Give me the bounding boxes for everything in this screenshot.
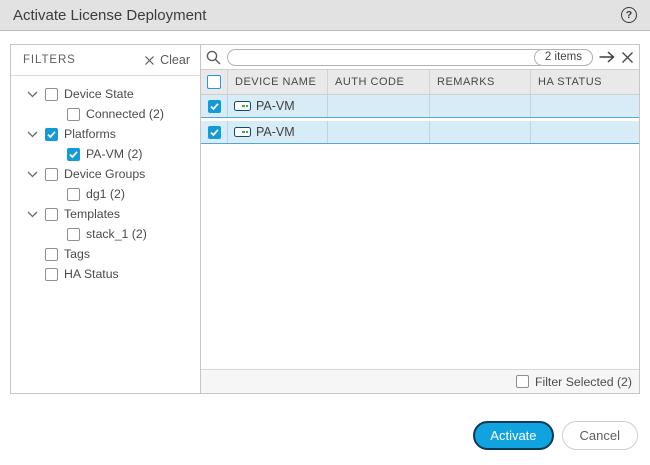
device-table-area: 2 items DEVICE NAMEAUTH CODEREMARKSHA ST… — [201, 45, 639, 393]
filter-item-platforms[interactable]: Platforms — [11, 124, 200, 144]
filter-item-label: HA Status — [64, 267, 119, 281]
activate-button[interactable]: Activate — [473, 421, 553, 450]
filter-item-label: Device State — [64, 87, 134, 101]
filter-item-device-groups[interactable]: Device Groups — [11, 164, 200, 184]
activate-license-deployment-dialog: Activate License Deployment ? FILTERS Cl… — [0, 0, 650, 465]
device-led — [246, 131, 249, 134]
device-icon — [234, 101, 251, 111]
remarks-cell — [430, 121, 531, 143]
device-name-cell: PA-VM — [228, 95, 328, 117]
column-header-remarks[interactable]: REMARKS — [430, 70, 531, 94]
items-count-badge: 2 items — [534, 49, 593, 66]
filter-selected-checkbox[interactable] — [516, 375, 529, 388]
table-row[interactable]: PA-VM — [201, 121, 639, 144]
filter-item-label: dg1 (2) — [86, 187, 125, 201]
chevron-down-icon[interactable] — [27, 91, 38, 98]
column-header-device-name[interactable]: DEVICE NAME — [228, 70, 328, 94]
filter-checkbox-device-state[interactable] — [45, 88, 58, 101]
filter-checkbox-pa-vm-2[interactable] — [67, 148, 80, 161]
check-icon — [209, 127, 220, 138]
filter-checkbox-tags[interactable] — [45, 248, 58, 261]
device-led — [242, 131, 245, 134]
main-panel: FILTERS Clear Device State Connected (2) P… — [10, 44, 640, 394]
filter-item-label: Connected (2) — [86, 107, 164, 121]
column-header-ha-status[interactable]: HA STATUS — [531, 70, 639, 94]
device-led — [242, 105, 245, 108]
filter-checkbox-connected-2[interactable] — [67, 108, 80, 121]
chevron-down-icon[interactable] — [27, 131, 38, 138]
filter-checkbox-device-groups[interactable] — [45, 168, 58, 181]
select-all-checkbox[interactable] — [207, 75, 221, 89]
search-icon — [205, 49, 222, 66]
filter-item-device-state[interactable]: Device State — [11, 84, 200, 104]
table-body: PA-VM PA-VM — [201, 95, 639, 369]
table-header-checkbox-cell — [201, 70, 228, 94]
chevron-down-icon[interactable] — [27, 171, 38, 178]
filter-item-label: Device Groups — [64, 167, 145, 181]
clear-search-icon[interactable] — [621, 51, 634, 64]
row-checkbox[interactable] — [208, 100, 221, 113]
device-icon — [234, 127, 251, 137]
cancel-button[interactable]: Cancel — [562, 421, 638, 450]
column-header-auth-code[interactable]: AUTH CODE — [328, 70, 430, 94]
filter-item-label: Tags — [64, 247, 90, 261]
chevron-wrapper — [27, 131, 39, 138]
filter-item-label: PA-VM (2) — [86, 147, 142, 161]
remarks-cell — [430, 95, 531, 117]
apply-filter-arrow-icon[interactable] — [598, 50, 616, 64]
filter-selected-label: Filter Selected (2) — [535, 375, 632, 389]
filter-item-stack-1-2[interactable]: stack_1 (2) — [11, 224, 200, 244]
filters-header: FILTERS Clear — [11, 45, 200, 76]
device-name: PA-VM — [256, 99, 295, 113]
filter-item-ha-status[interactable]: HA Status — [11, 264, 200, 284]
filter-item-templates[interactable]: Templates — [11, 204, 200, 224]
chevron-wrapper — [27, 91, 39, 98]
filter-checkbox-templates[interactable] — [45, 208, 58, 221]
page-title: Activate License Deployment — [13, 7, 206, 24]
auth-code-cell — [328, 121, 430, 143]
clear-x-icon — [144, 55, 155, 66]
clear-label: Clear — [160, 53, 190, 67]
table-footer: Filter Selected (2) — [201, 369, 639, 393]
help-icon[interactable]: ? — [621, 7, 637, 23]
clear-filters-button[interactable]: Clear — [144, 53, 190, 67]
row-checkbox[interactable] — [208, 126, 221, 139]
filter-checkbox-dg1-2[interactable] — [67, 188, 80, 201]
table-row[interactable]: PA-VM — [201, 95, 639, 118]
dialog-actions: Activate Cancel — [473, 421, 638, 450]
dialog-titlebar: Activate License Deployment ? — [0, 0, 650, 31]
filter-item-dg1-2[interactable]: dg1 (2) — [11, 184, 200, 204]
filter-tree: Device State Connected (2) Platforms PA-VM … — [11, 76, 200, 284]
filter-item-connected-2[interactable]: Connected (2) — [11, 104, 200, 124]
filter-item-tags[interactable]: Tags — [11, 244, 200, 264]
chevron-down-icon[interactable] — [27, 211, 38, 218]
device-name: PA-VM — [256, 125, 295, 139]
auth-code-cell — [328, 95, 430, 117]
device-name-cell: PA-VM — [228, 121, 328, 143]
ha-status-cell — [531, 121, 639, 143]
filter-item-label: Templates — [64, 207, 120, 221]
filters-sidebar: FILTERS Clear Device State Connected (2) P… — [11, 45, 201, 393]
check-icon — [209, 101, 220, 112]
chevron-wrapper — [27, 211, 39, 218]
check-icon — [46, 129, 57, 140]
device-led — [246, 105, 249, 108]
row-checkbox-cell — [201, 95, 228, 117]
search-input[interactable] — [228, 51, 534, 64]
row-checkbox-cell — [201, 121, 228, 143]
check-icon — [68, 149, 79, 160]
chevron-wrapper — [27, 171, 39, 178]
table-header-row: DEVICE NAMEAUTH CODEREMARKSHA STATUS — [201, 69, 639, 95]
filter-checkbox-stack-1-2[interactable] — [67, 228, 80, 241]
search-input-wrapper: 2 items — [227, 49, 593, 66]
filters-title: FILTERS — [23, 54, 76, 66]
filter-item-pa-vm-2[interactable]: PA-VM (2) — [11, 144, 200, 164]
filter-checkbox-ha-status[interactable] — [45, 268, 58, 281]
filter-checkbox-platforms[interactable] — [45, 128, 58, 141]
filter-item-label: Platforms — [64, 127, 116, 141]
search-bar: 2 items — [201, 45, 639, 69]
ha-status-cell — [531, 95, 639, 117]
filter-item-label: stack_1 (2) — [86, 227, 147, 241]
